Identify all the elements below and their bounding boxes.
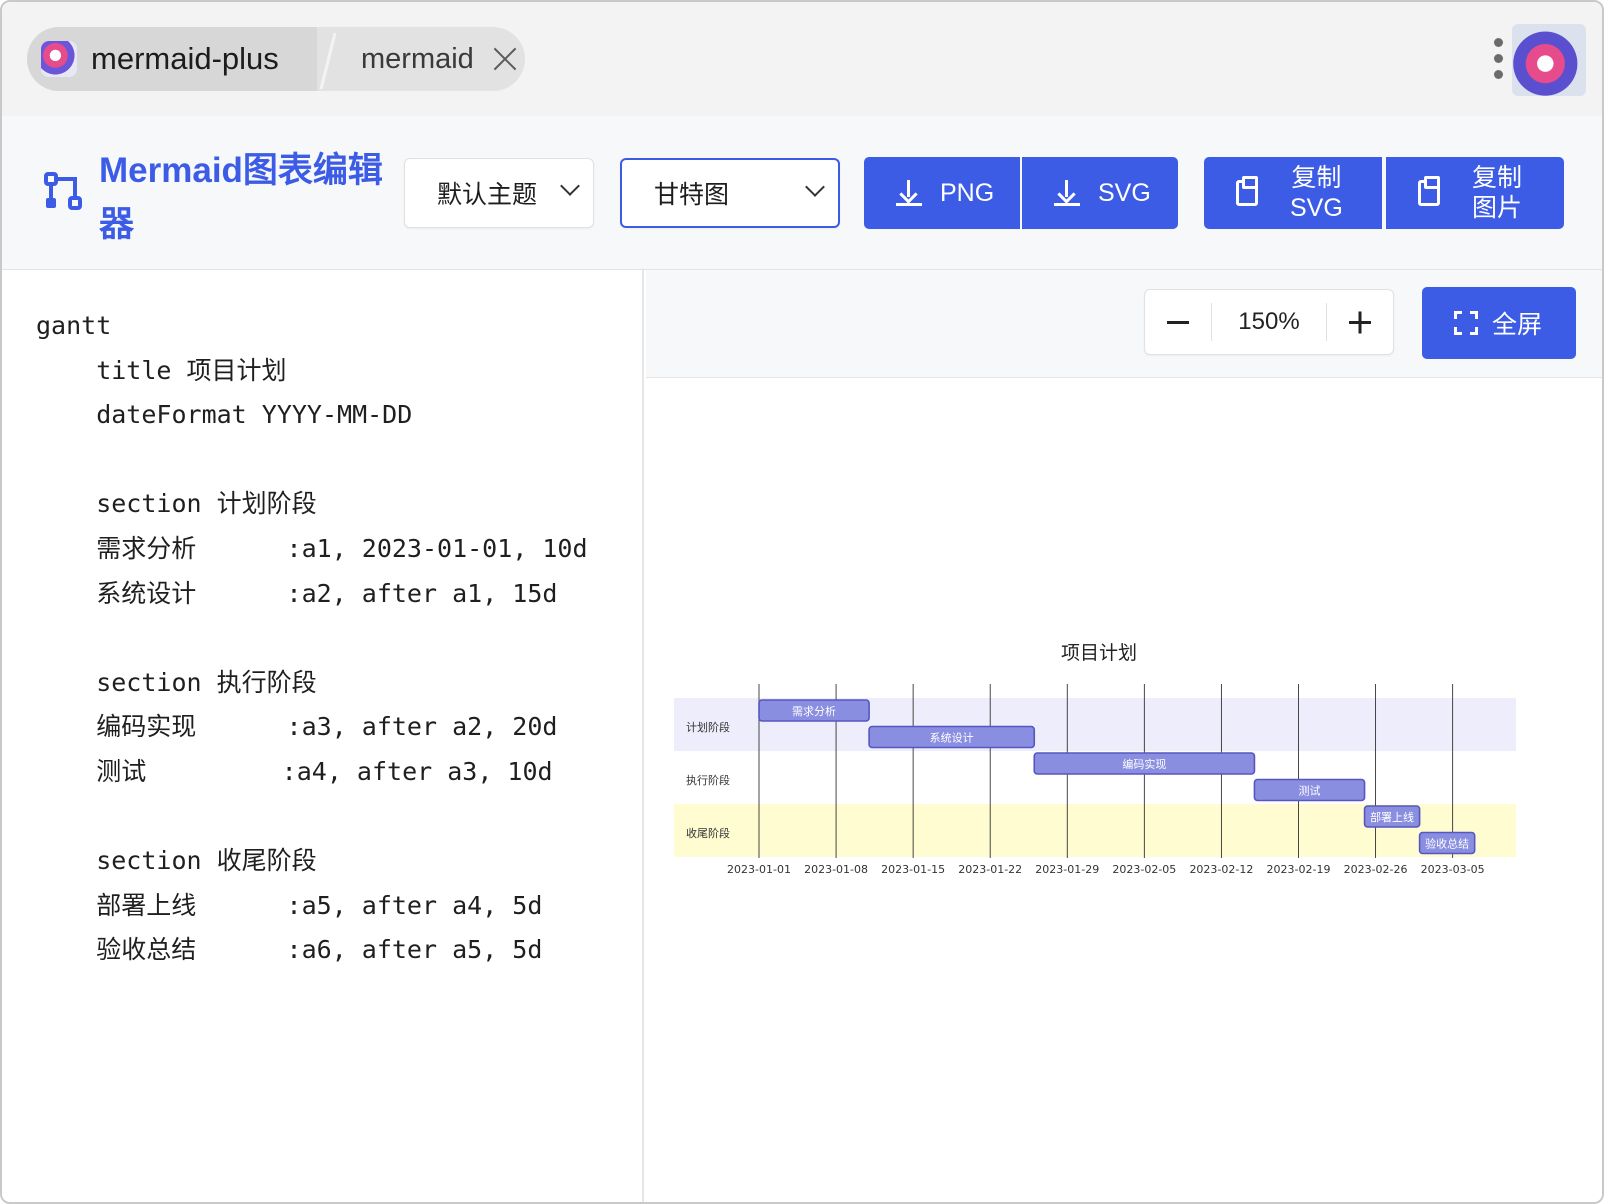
tick-label: 2023-01-01 bbox=[727, 863, 791, 876]
code-line[interactable]: dateFormat YYYY-MM-DD bbox=[36, 393, 588, 438]
code-editor[interactable]: gantt title 项目计划 dateFormat YYYY-MM-DD s… bbox=[2, 270, 644, 1202]
profile-avatar-icon[interactable] bbox=[1512, 24, 1586, 96]
button-label: 全屏 bbox=[1492, 311, 1543, 339]
tick-label: 2023-01-08 bbox=[804, 863, 868, 876]
tick-label: 2023-01-15 bbox=[881, 863, 945, 876]
flow-diagram-icon bbox=[44, 172, 82, 210]
preview-toolbar: 150% 全屏 bbox=[646, 270, 1602, 378]
download-icon bbox=[896, 180, 922, 206]
task-label: 测试 bbox=[1299, 785, 1321, 798]
tick-label: 2023-03-05 bbox=[1421, 863, 1485, 876]
section-label: 执行阶段 bbox=[686, 773, 730, 787]
download-png-button[interactable]: PNG bbox=[864, 157, 1020, 229]
app-window: mermaid-plus mermaid Mermaid图表编辑器 默认主题 甘… bbox=[0, 0, 1604, 1204]
tab-mermaid-plus[interactable]: mermaid-plus bbox=[27, 27, 317, 91]
theme-select-value: 默认主题 bbox=[437, 181, 538, 209]
app-logo-icon bbox=[41, 41, 77, 77]
app-title: Mermaid图表编辑器 bbox=[99, 151, 383, 244]
code-line[interactable]: section 执行阶段 bbox=[36, 661, 588, 706]
preview-canvas[interactable]: 2023-01-01 2023-01-08 2023-01-15 2023-01-22… bbox=[646, 379, 1602, 1202]
code-line[interactable]: gantt bbox=[36, 304, 588, 349]
tab-mermaid[interactable]: mermaid bbox=[345, 27, 520, 91]
tick-label: 2023-01-29 bbox=[1035, 863, 1099, 876]
tick-label: 2023-02-26 bbox=[1344, 863, 1408, 876]
zoom-level: 150% bbox=[1238, 308, 1300, 335]
gantt-chart: 2023-01-01 2023-01-08 2023-01-15 2023-01-22… bbox=[674, 642, 1516, 876]
tab-title: mermaid bbox=[361, 42, 474, 75]
chart-title: 项目计划 bbox=[1061, 642, 1137, 664]
plus-icon[interactable] bbox=[1327, 289, 1393, 355]
task-label: 编码实现 bbox=[1122, 757, 1166, 771]
copy-svg-button[interactable]: 复制 SVG bbox=[1204, 157, 1382, 229]
app-toolbar: Mermaid图表编辑器 默认主题 甘特图 PNG SVG 复制 SVG 复制 … bbox=[2, 116, 1602, 270]
title-bar: mermaid-plus mermaid bbox=[2, 2, 1602, 116]
tick-label: 2023-02-12 bbox=[1189, 863, 1253, 876]
code-line[interactable]: 需求分析 :a1, 2023-01-01, 10d bbox=[36, 527, 587, 572]
task-label: 验收总结 bbox=[1425, 837, 1469, 851]
tick-label: 2023-02-19 bbox=[1267, 863, 1331, 876]
task-label: 需求分析 bbox=[792, 704, 836, 718]
diagram-type-select[interactable]: 甘特图 bbox=[620, 158, 840, 228]
copy-image-button[interactable]: 复制 图片 bbox=[1386, 157, 1564, 229]
clipboard-icon bbox=[1236, 176, 1258, 206]
tab-group: mermaid-plus mermaid bbox=[27, 27, 525, 91]
section-label: 计划阶段 bbox=[686, 720, 730, 734]
clipboard-icon bbox=[1418, 176, 1440, 206]
button-label: PNG bbox=[940, 179, 995, 207]
download-svg-button[interactable]: SVG bbox=[1022, 157, 1178, 229]
code-line[interactable]: 验收总结 :a6, after a5, 5d bbox=[36, 928, 588, 973]
code-line[interactable]: 系统设计 :a2, after a1, 15d bbox=[36, 572, 588, 617]
button-label: 复制 图片 bbox=[1472, 164, 1523, 222]
code-line[interactable]: section 收尾阶段 bbox=[36, 839, 588, 884]
diagram-type-value: 甘特图 bbox=[654, 181, 730, 209]
code-line[interactable]: section 计划阶段 bbox=[36, 482, 588, 527]
task-label: 部署上线 bbox=[1370, 810, 1414, 824]
code-line[interactable] bbox=[36, 616, 588, 661]
code-line[interactable]: 编码实现 :a3, after a2, 20d bbox=[36, 705, 588, 750]
chevron-down-icon bbox=[805, 177, 825, 197]
tick-label: 2023-02-05 bbox=[1112, 863, 1176, 876]
minus-icon[interactable] bbox=[1145, 289, 1211, 355]
close-icon[interactable] bbox=[490, 44, 520, 74]
theme-select[interactable]: 默认主题 bbox=[404, 158, 594, 228]
code-content[interactable]: gantt title 项目计划 dateFormat YYYY-MM-DD s… bbox=[36, 304, 588, 973]
task-label: 系统设计 bbox=[930, 732, 974, 745]
download-icon bbox=[1054, 180, 1080, 206]
chevron-down-icon bbox=[560, 176, 580, 196]
code-line[interactable]: 测试 :a4, after a3, 10d bbox=[36, 750, 588, 795]
fullscreen-icon bbox=[1454, 311, 1478, 335]
tick-label: 2023-01-22 bbox=[958, 863, 1022, 876]
code-line[interactable]: 部署上线 :a5, after a4, 5d bbox=[36, 884, 588, 929]
fullscreen-button[interactable]: 全屏 bbox=[1422, 287, 1576, 359]
tab-separator bbox=[319, 32, 337, 90]
zoom-control: 150% bbox=[1144, 289, 1394, 355]
code-line[interactable]: title 项目计划 bbox=[36, 349, 588, 394]
button-label: SVG bbox=[1098, 179, 1151, 207]
code-line[interactable] bbox=[36, 438, 588, 483]
more-vert-icon[interactable] bbox=[1492, 38, 1504, 82]
button-label: 复制 SVG bbox=[1290, 164, 1343, 222]
section-label: 收尾阶段 bbox=[686, 826, 730, 840]
tab-title: mermaid-plus bbox=[91, 41, 279, 76]
code-line[interactable] bbox=[36, 795, 588, 840]
